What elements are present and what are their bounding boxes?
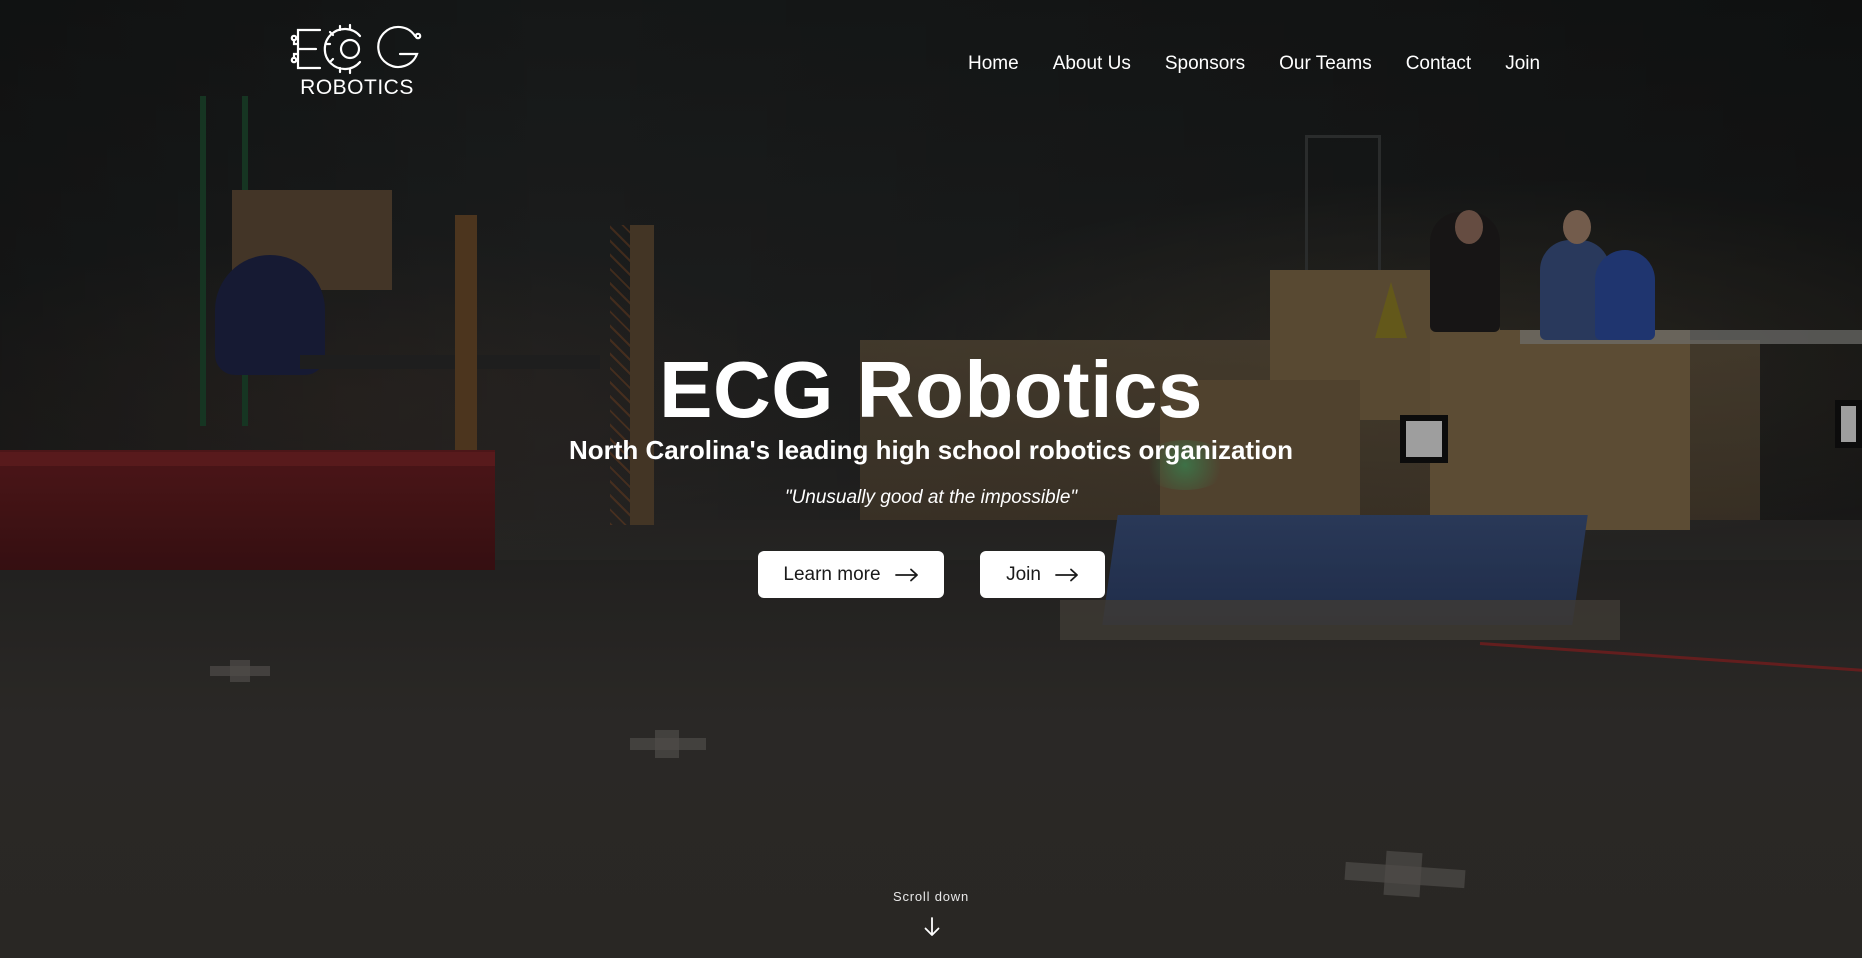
- join-label: Join: [1006, 563, 1041, 585]
- nav-our-teams[interactable]: Our Teams: [1279, 50, 1372, 78]
- hero-subtitle: North Carolina's leading high school rob…: [568, 435, 1294, 465]
- ecg-robotics-logo[interactable]: ROBOTICS: [290, 22, 424, 100]
- background-photo: [0, 0, 1862, 958]
- logo-wordmark: ROBOTICS: [300, 76, 414, 99]
- arrow-right-icon: [1055, 568, 1078, 581]
- hero-section: ROBOTICS Home About Us Sponsors Our Team…: [0, 0, 1862, 958]
- join-button[interactable]: Join: [980, 551, 1105, 598]
- nav-home[interactable]: Home: [968, 50, 1019, 78]
- nav-sponsors[interactable]: Sponsors: [1165, 50, 1245, 78]
- learn-more-button[interactable]: Learn more: [758, 551, 944, 598]
- nav-contact[interactable]: Contact: [1406, 50, 1471, 78]
- main-nav: Home About Us Sponsors Our Teams Contact…: [968, 50, 1540, 78]
- hero-title: ECG Robotics: [659, 345, 1203, 434]
- nav-join[interactable]: Join: [1505, 50, 1540, 78]
- arrow-down-icon[interactable]: [923, 916, 941, 938]
- nav-about-us[interactable]: About Us: [1053, 50, 1131, 78]
- site-header: ROBOTICS Home About Us Sponsors Our Team…: [0, 0, 1862, 120]
- hero-tagline: "Unusually good at the impossible": [784, 487, 1078, 508]
- arrow-right-icon: [894, 568, 918, 581]
- scroll-down-label[interactable]: Scroll down: [0, 889, 1862, 904]
- learn-more-label: Learn more: [783, 563, 881, 585]
